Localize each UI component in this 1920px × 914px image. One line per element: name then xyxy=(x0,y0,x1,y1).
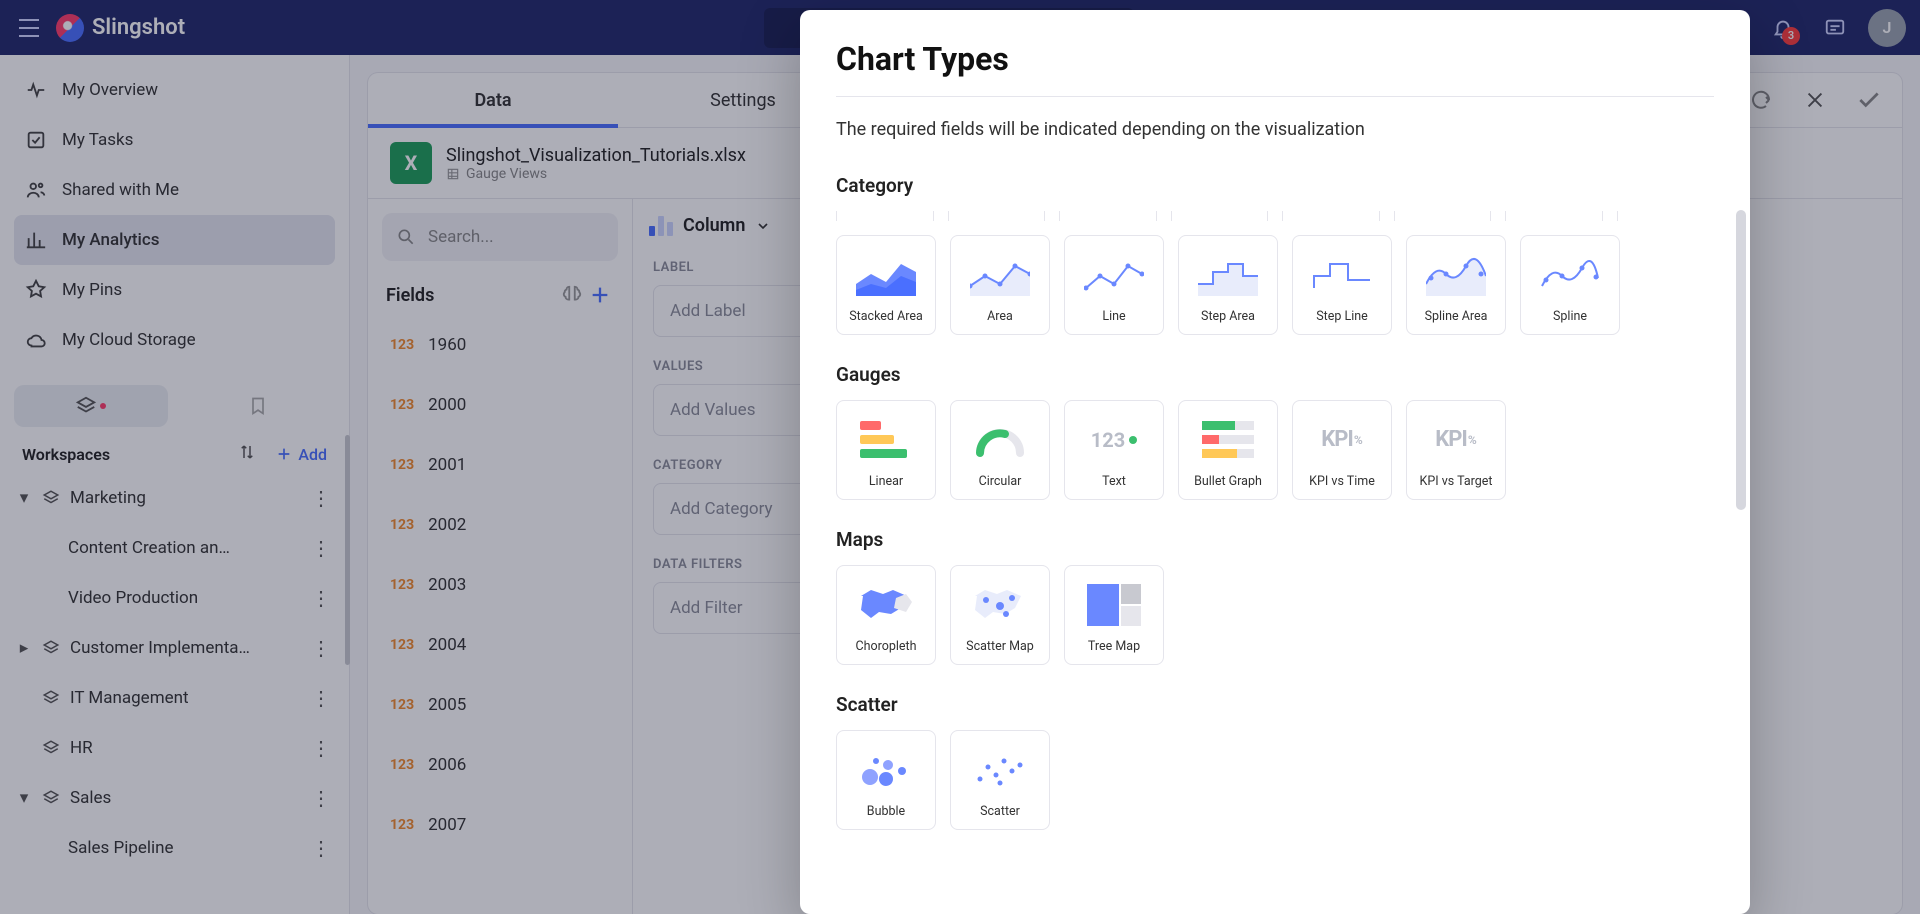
choropleth-icon xyxy=(856,584,916,626)
chart-option-kpi-target[interactable]: KPI% KPI vs Target xyxy=(1406,400,1506,500)
previous-row-peek xyxy=(836,211,1714,221)
area-icon xyxy=(970,254,1030,296)
modal-subtitle: The required fields will be indicated de… xyxy=(836,119,1714,140)
chart-option-linear[interactable]: Linear xyxy=(836,400,936,500)
chart-option-kpi-time[interactable]: KPI% KPI vs Time xyxy=(1292,400,1392,500)
chart-option-spline-area[interactable]: Spline Area xyxy=(1406,235,1506,335)
chart-option-line[interactable]: Line xyxy=(1064,235,1164,335)
text-gauge-icon: 123 xyxy=(1091,428,1137,452)
section-title: Category xyxy=(836,174,1714,197)
chart-option-circular[interactable]: Circular xyxy=(950,400,1050,500)
chart-option-text[interactable]: 123 Text xyxy=(1064,400,1164,500)
stacked-area-icon xyxy=(856,254,916,296)
chart-option-bubble[interactable]: Bubble xyxy=(836,730,936,830)
chart-option-stacked-area[interactable]: Stacked Area xyxy=(836,235,936,335)
linear-gauge-icon xyxy=(860,421,912,458)
section-scatter: Scatter Bubble Scatter xyxy=(836,687,1714,852)
line-icon xyxy=(1084,254,1144,296)
chart-option-area[interactable]: Area xyxy=(950,235,1050,335)
section-gauges: Gauges Linear Circular 123 Text xyxy=(836,357,1714,522)
section-category: Category Stacked Area Area Line S xyxy=(836,168,1714,357)
chart-option-bullet-graph[interactable]: Bullet Graph xyxy=(1178,400,1278,500)
kpi-target-icon: KPI% xyxy=(1411,411,1501,469)
chart-option-spline[interactable]: Spline xyxy=(1520,235,1620,335)
spline-icon xyxy=(1540,254,1600,296)
bubble-icon xyxy=(856,749,916,791)
bullet-graph-icon xyxy=(1202,421,1254,458)
section-title: Scatter xyxy=(836,693,1714,716)
chart-option-choropleth[interactable]: Choropleth xyxy=(836,565,936,665)
step-line-icon xyxy=(1312,254,1372,296)
divider xyxy=(836,96,1714,97)
section-maps: Maps Choropleth Scatter Map Tree Map xyxy=(836,522,1714,687)
chart-option-tree-map[interactable]: Tree Map xyxy=(1064,565,1164,665)
chart-option-scatter[interactable]: Scatter xyxy=(950,730,1050,830)
circular-gauge-icon xyxy=(970,419,1030,461)
section-title: Maps xyxy=(836,528,1714,551)
chart-option-step-line[interactable]: Step Line xyxy=(1292,235,1392,335)
tree-map-icon xyxy=(1087,584,1141,626)
scatter-map-icon xyxy=(970,584,1030,626)
section-title: Gauges xyxy=(836,363,1714,386)
chart-types-modal: Chart Types The required fields will be … xyxy=(800,10,1750,914)
chart-option-scatter-map[interactable]: Scatter Map xyxy=(950,565,1050,665)
chart-option-step-area[interactable]: Step Area xyxy=(1178,235,1278,335)
kpi-time-icon: KPI% xyxy=(1297,411,1387,469)
modal-title: Chart Types xyxy=(836,40,1714,78)
spline-area-icon xyxy=(1426,254,1486,296)
scrollbar-thumb[interactable] xyxy=(1736,210,1746,510)
scatter-icon xyxy=(970,749,1030,791)
step-area-icon xyxy=(1198,254,1258,296)
